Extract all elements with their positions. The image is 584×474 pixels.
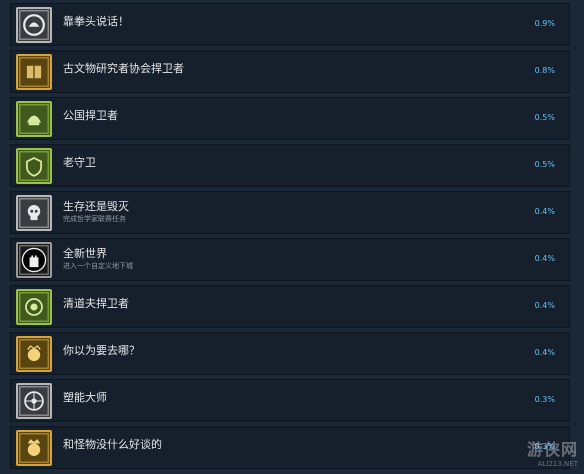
unlock-percentage: 0.9% <box>534 19 555 28</box>
achievement-row[interactable]: 塑能大师 0.3% <box>10 379 570 422</box>
fist-icon <box>16 7 52 43</box>
achievement-title: 清道夫捍卫者 <box>63 297 129 310</box>
wheel-icon <box>16 383 52 419</box>
achievement-row[interactable]: 生存还是毁灭完成哲学家联赛任务 0.4% <box>10 191 570 234</box>
unlock-percentage: 0.4% <box>534 254 555 263</box>
achievement-description: 完成哲学家联赛任务 <box>63 215 126 223</box>
helmet-icon <box>16 101 52 137</box>
achievement-title: 靠拳头说话！ <box>63 15 129 28</box>
achievement-row[interactable]: 靠拳头说话！ 0.9% <box>10 3 570 46</box>
achievement-title: 塑能大师 <box>63 391 107 404</box>
shield-icon <box>16 148 52 184</box>
achievement-title: 公国捍卫者 <box>63 109 118 122</box>
achievement-row[interactable]: 老守卫 0.5% <box>10 144 570 187</box>
achievement-row[interactable]: 公国捍卫者 0.5% <box>10 97 570 140</box>
face-icon <box>16 336 52 372</box>
skull-icon <box>16 195 52 231</box>
unlock-percentage: 0.5% <box>534 113 555 122</box>
achievement-row[interactable]: 清道夫捍卫者 0.4% <box>10 285 570 328</box>
unlock-percentage: 0.4% <box>534 348 555 357</box>
achievement-title: 老守卫 <box>63 156 96 169</box>
achievement-title: 全新世界 <box>63 247 107 260</box>
unlock-percentage: 0.5% <box>534 160 555 169</box>
achievement-title: 和怪物没什么好谈的 <box>63 438 162 451</box>
achievement-row[interactable]: 全新世界进入一个自定义地下城 0.4% <box>10 238 570 281</box>
crowned-face-icon <box>16 430 52 466</box>
badge-icon <box>16 289 52 325</box>
achievement-title: 你以为要去哪？ <box>63 344 140 357</box>
site-watermark: 游侠网 ALI213.NET <box>527 436 578 468</box>
unlock-percentage: 0.8% <box>534 66 555 75</box>
achievement-row[interactable]: 古文物研究者协会捍卫者 0.8% <box>10 50 570 93</box>
watermark-main: 游侠网 <box>526 440 578 459</box>
achievement-title: 生存还是毁灭 <box>63 200 129 213</box>
unlock-percentage: 0.4% <box>534 301 555 310</box>
unlock-percentage: 0.4% <box>534 207 555 216</box>
achievement-row[interactable]: 你以为要去哪？ 0.4% <box>10 332 570 375</box>
achievement-title: 古文物研究者协会捍卫者 <box>63 62 184 75</box>
book-icon <box>16 54 52 90</box>
achievement-description: 进入一个自定义地下城 <box>63 262 133 270</box>
unlock-percentage: 0.3% <box>534 395 555 404</box>
achievement-row[interactable]: 和怪物没什么好谈的 0.3% <box>10 426 570 469</box>
watermark-sub: ALI213.NET <box>537 460 578 468</box>
tower-icon <box>16 242 52 278</box>
